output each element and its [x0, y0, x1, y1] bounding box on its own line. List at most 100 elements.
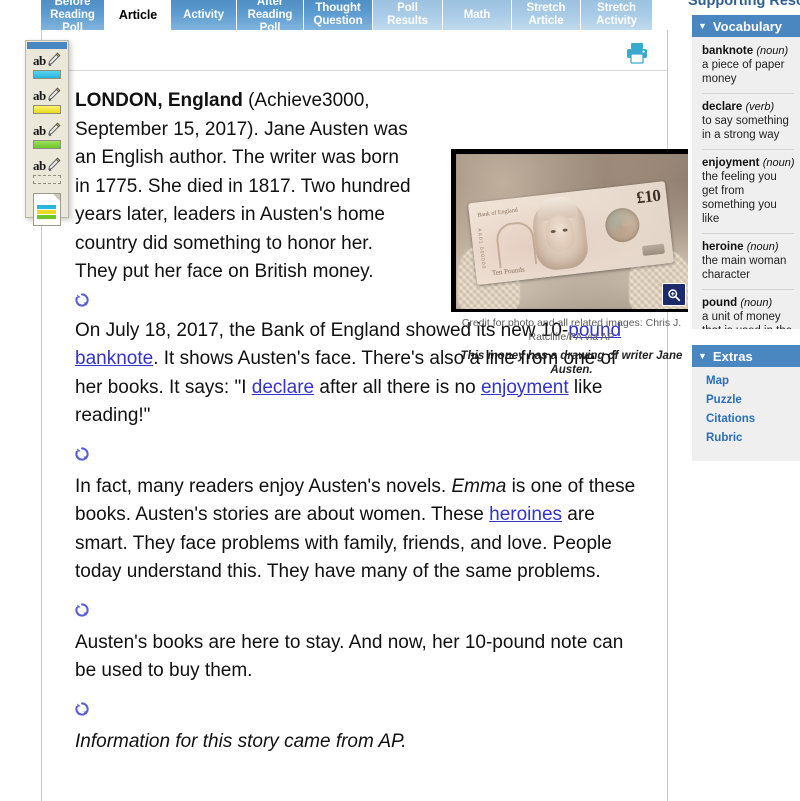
vocabulary-definition: a unit of money that is used in the UK: [702, 311, 792, 329]
translate-icon[interactable]: [75, 701, 89, 716]
tab-activity[interactable]: Activity: [171, 0, 237, 30]
pencil-icon: [46, 157, 61, 174]
vocabulary-term: banknote: [702, 45, 754, 57]
vocabulary-definition: a piece of paper money: [702, 59, 785, 85]
magnifier-zoom-icon[interactable]: [662, 283, 686, 306]
vocabulary-entry: banknote (noun) a piece of paper money: [702, 45, 794, 93]
vocabulary-word: declare (verb): [702, 101, 794, 113]
translate-icon-row-4: [42, 696, 667, 722]
vocabulary-definition: the main woman character: [702, 255, 787, 281]
vocabulary-entry: pound (noun) a unit of money that is use…: [702, 289, 794, 329]
extras-panel: ▼ Extras Map Puzzle Citations Rubric: [692, 345, 800, 461]
vocabulary-word: pound (noun): [702, 297, 794, 309]
article-figure: Bank of England AA01 000000 £10 Ten Poun…: [451, 149, 692, 377]
vocabulary-entry: declare (verb) to say something in a str…: [702, 93, 794, 149]
tab-label: Poll Results: [387, 2, 428, 27]
vocabulary-entry: heroine (noun) the main woman character: [702, 233, 794, 289]
photo-credit: Credit for photo and all related images:…: [461, 317, 682, 343]
vocab-link-banknote[interactable]: banknote: [75, 348, 153, 369]
extras-link-map[interactable]: Map: [706, 375, 794, 387]
vocabulary-part-of-speech: (noun): [740, 297, 773, 309]
extras-link-citations[interactable]: Citations: [706, 413, 794, 425]
vocabulary-panel: ▼ Vocabulary banknote (noun) a piece of …: [692, 15, 800, 329]
vocabulary-entry: enjoyment (noun) the feeling you get fro…: [702, 149, 795, 233]
vocab-link-heroines[interactable]: heroines: [489, 504, 562, 525]
dateline: LONDON, England: [75, 90, 243, 111]
article-paragraph-1: LONDON, England (Achieve3000, September …: [42, 87, 415, 287]
toolbar-drag-handle[interactable]: [27, 42, 67, 49]
tab-label: Math: [463, 8, 491, 21]
vocabulary-term: enjoyment: [702, 157, 760, 169]
tab-math[interactable]: Math: [443, 0, 512, 30]
banknote-photo[interactable]: Bank of England AA01 000000 £10 Ten Poun…: [451, 149, 692, 312]
article-paragraph-3: In fact, many readers enjoy Austen's nov…: [42, 473, 667, 587]
vocab-link-enjoyment[interactable]: enjoyment: [481, 377, 569, 398]
highlighter-ab-label: ab: [33, 88, 46, 103]
tab-after-reading-poll[interactable]: After Reading Poll: [237, 0, 304, 34]
highlighter-green-button[interactable]: ab: [29, 122, 65, 155]
article-source-note: Information for this story came from AP.: [75, 730, 407, 752]
vocabulary-panel-header[interactable]: ▼ Vocabulary: [692, 15, 800, 37]
highlighter-ab-label: ab: [33, 53, 46, 68]
tab-article[interactable]: Article: [105, 0, 171, 30]
article-paragraph-4: Austen's books are here to stay. And now…: [75, 631, 624, 682]
tab-poll-results[interactable]: Poll Results: [373, 0, 443, 30]
highlighter-color-swatch: [33, 140, 61, 149]
extras-link-puzzle[interactable]: Puzzle: [706, 394, 794, 406]
vocabulary-word: banknote (noun): [702, 45, 794, 57]
vocab-link-declare[interactable]: declare: [252, 377, 314, 398]
note-stripe-yellow: [37, 210, 56, 214]
note-stripe-green: [37, 215, 56, 219]
note-stripe-cyan: [37, 205, 56, 209]
vocabulary-word: enjoyment (noun): [702, 157, 795, 169]
portrait-face: [544, 213, 576, 253]
notes-document-icon[interactable]: [33, 193, 61, 226]
photo-caption: This money has a drawing of writer Jane …: [460, 350, 683, 376]
vocabulary-list: banknote (noun) a piece of paper money d…: [692, 37, 800, 329]
pencil-icon: [46, 52, 61, 69]
highlighter-color-swatch: [33, 70, 61, 79]
highlighter-ab-label: ab: [33, 158, 46, 173]
paragraph-1-text: (Achieve3000, September 15, 2017). Jane …: [75, 90, 411, 282]
translate-icon[interactable]: [75, 446, 89, 461]
article-panel: Bank of England AA01 000000 £10 Ten Poun…: [41, 30, 692, 801]
highlighter-cyan-button[interactable]: ab: [29, 52, 65, 85]
vocabulary-part-of-speech: (noun): [756, 45, 789, 57]
highlighter-yellow-button[interactable]: ab: [29, 87, 65, 120]
extras-panel-header[interactable]: ▼ Extras: [692, 345, 800, 367]
portrait-eye-left: [550, 229, 556, 234]
extras-header-label: Extras: [712, 348, 753, 364]
article-toolbar: [42, 30, 667, 71]
page-fold: [53, 194, 60, 201]
supporting-resources-sidebar: Supporting Resources ▼ Vocabulary bankno…: [688, 0, 800, 801]
translate-icon-row-3: [42, 597, 667, 623]
tab-label: Thought Question: [313, 2, 363, 27]
vocabulary-part-of-speech: (verb): [745, 101, 775, 113]
translate-icon-row-2: [42, 441, 667, 467]
tab-label: Activity: [183, 8, 224, 21]
translate-icon[interactable]: [75, 602, 89, 617]
book-title-emma: Emma: [451, 475, 507, 497]
translate-icon[interactable]: [75, 292, 89, 307]
highlighter-toolbar[interactable]: ab ab ab ab: [25, 40, 69, 226]
tab-thought-question[interactable]: Thought Question: [304, 0, 373, 30]
chevron-down-icon: ▼: [698, 20, 707, 31]
print-icon[interactable]: [625, 42, 649, 64]
vocabulary-definition: the feeling you get from something you l…: [702, 171, 777, 225]
pencil-icon: [46, 87, 61, 104]
highlighter-eraser-button[interactable]: ab: [29, 157, 65, 190]
note-denomination: £10: [635, 185, 662, 208]
vocabulary-part-of-speech: (noun): [762, 157, 795, 169]
tab-bar: Before Reading Poll Article Activity Aft…: [0, 0, 800, 34]
vocabulary-word: heroine (noun): [702, 241, 794, 253]
vocabulary-term: declare: [702, 101, 743, 113]
highlighter-clear-swatch: [33, 175, 61, 184]
vocabulary-part-of-speech: (noun): [746, 241, 779, 253]
extras-link-rubric[interactable]: Rubric: [706, 432, 794, 444]
extras-list: Map Puzzle Citations Rubric: [692, 367, 800, 461]
article-body: Bank of England AA01 000000 £10 Ten Poun…: [42, 71, 692, 756]
tab-stretch-activity[interactable]: Stretch Activity: [581, 0, 653, 30]
tab-stretch-article[interactable]: Stretch Article: [512, 0, 581, 30]
vocabulary-header-label: Vocabulary: [712, 18, 783, 34]
tab-before-reading-poll[interactable]: Before Reading Poll: [41, 0, 105, 34]
